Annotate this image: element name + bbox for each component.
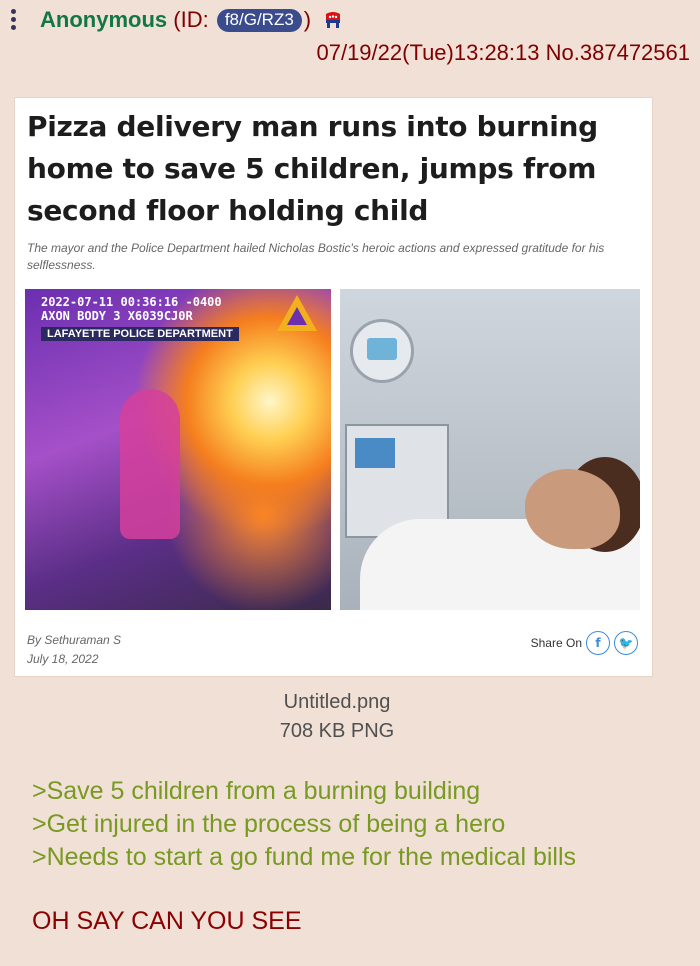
post-number-link[interactable]: No.387472561 [546, 40, 690, 65]
greentext-line: >Needs to start a go fund me for the med… [32, 843, 577, 871]
share-bar: Share On f 🐦 [531, 631, 638, 655]
article-byline: By Sethuraman S July 18, 2022 [27, 631, 121, 669]
twitter-icon[interactable]: 🐦 [614, 631, 638, 655]
article-subheadline: The mayor and the Police Department hail… [27, 241, 605, 272]
rescuer-figure [120, 389, 180, 539]
article-date: July 18, 2022 [27, 652, 99, 666]
post-menu-icon[interactable] [8, 6, 18, 42]
bodycam-department: LAFAYETTE POLICE DEPARTMENT [41, 327, 239, 341]
id-label: (ID: [173, 7, 209, 32]
axon-logo-icon [277, 295, 317, 331]
greentext-block: >Save 5 children from a burning building… [32, 775, 576, 874]
comment-body: OH SAY CAN YOU SEE [32, 907, 302, 935]
post-image[interactable]: Pizza delivery man runs into burning hom… [14, 97, 653, 677]
greentext-line: >Save 5 children from a burning building [32, 777, 481, 805]
file-size: 708 KB PNG [279, 720, 395, 742]
vital-monitor-shape [350, 319, 414, 383]
article-headline: Pizza delivery man runs into burning hom… [27, 110, 598, 227]
share-label: Share On [530, 636, 582, 650]
file-name-link[interactable]: Untitled.png [0, 688, 674, 717]
poster-id-badge[interactable]: f8/G/RZ3 [216, 9, 302, 32]
id-close-paren: ) [303, 7, 312, 32]
hospital-photo [340, 289, 640, 610]
greentext-line: >Get injured in the process of being a h… [32, 810, 506, 838]
post-datetime: 07/19/22(Tue)13:28:13 [316, 40, 540, 65]
bodycam-line2: AXON BODY 3 X6039CJ0R [41, 309, 193, 323]
bodycam-line1: 2022-07-11 00:36:16 -0400 [41, 295, 222, 309]
bodycam-photo: 2022-07-11 00:36:16 -0400 AXON BODY 3 X60… [25, 289, 331, 610]
post-header: Anonymous (ID: f8/G/RZ3) 07/19/22(Tue)13… [0, 0, 700, 80]
poster-info: Anonymous (ID: f8/G/RZ3) [40, 7, 343, 35]
republican-elephant-icon [323, 9, 343, 35]
poster-name: Anonymous [40, 7, 168, 32]
bodycam-timestamp: 2022-07-11 00:36:16 -0400 AXON BODY 3 X60… [41, 295, 222, 323]
article-author: By Sethuraman S [27, 633, 122, 647]
post-dateline: 07/19/22(Tue)13:28:13 No.387472561 [316, 40, 690, 66]
file-info: Untitled.png 708 KB PNG [0, 688, 674, 746]
facebook-icon[interactable]: f [586, 631, 610, 655]
